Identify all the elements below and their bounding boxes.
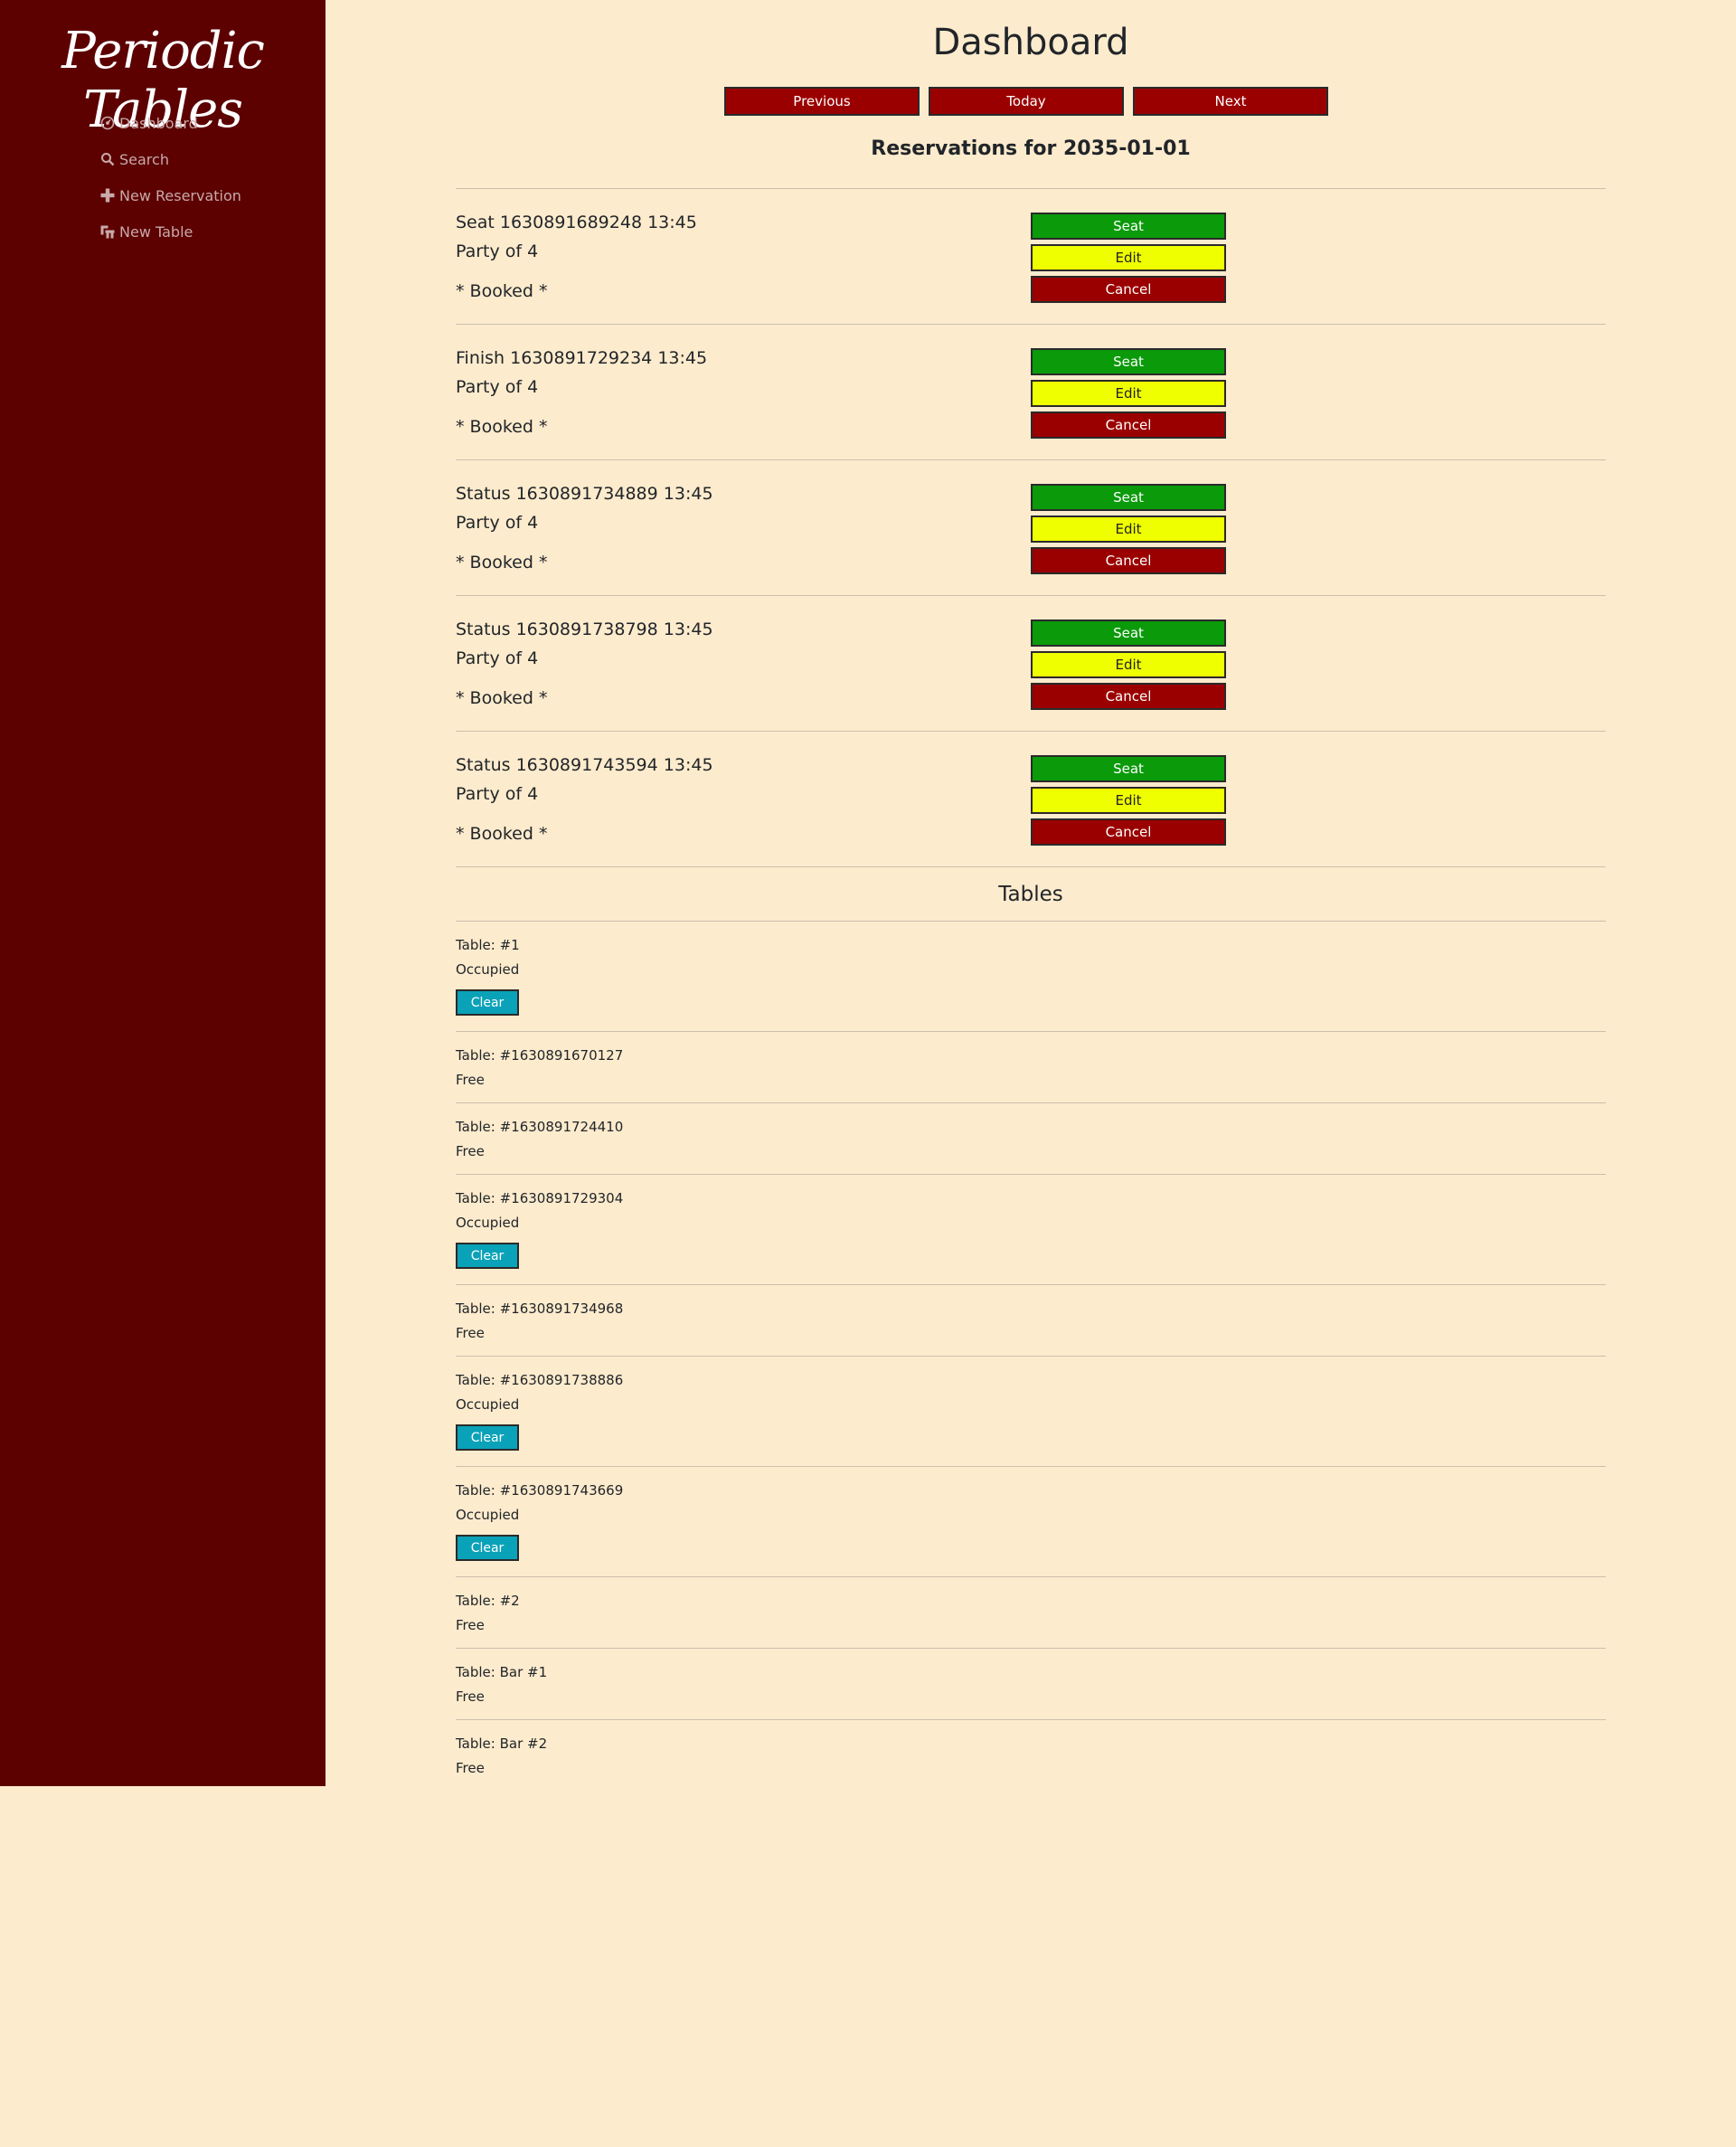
table-name: Table: Bar #2 bbox=[456, 1736, 548, 1752]
sidebar-item-label: Search bbox=[119, 150, 169, 168]
table-row: Table: #1630891724410 Free bbox=[456, 1102, 1606, 1174]
reservation-name-time: Finish 1630891729234 13:45 bbox=[456, 348, 708, 368]
table-status: Free bbox=[456, 1143, 485, 1159]
tables-heading: Tables bbox=[456, 866, 1606, 921]
sidebar-nav: Dashboard Search New Reservation New Tab… bbox=[99, 105, 241, 250]
next-button[interactable]: Next bbox=[1133, 87, 1328, 116]
reservation-name-time: Status 1630891734889 13:45 bbox=[456, 484, 713, 504]
reservation-actions: Seat Edit Cancel bbox=[1031, 755, 1226, 846]
reservation-status: * Booked * bbox=[456, 281, 548, 301]
reservations-heading: Reservations for 2035-01-01 bbox=[871, 137, 1191, 160]
today-button[interactable]: Today bbox=[929, 87, 1124, 116]
date-navigation: Previous Today Next bbox=[724, 87, 1328, 116]
sidebar-item-new-reservation[interactable]: New Reservation bbox=[99, 177, 241, 213]
table-row: Table: #1630891729304 Occupied Clear bbox=[456, 1174, 1606, 1284]
cancel-button[interactable]: Cancel bbox=[1031, 683, 1226, 710]
table-status: Free bbox=[456, 1072, 485, 1088]
table-name: Table: #2 bbox=[456, 1593, 520, 1609]
table-row: Table: #1 Occupied Clear bbox=[456, 921, 1606, 1031]
reservation-party-size: Party of 4 bbox=[456, 241, 539, 261]
table-name: Table: #1630891743669 bbox=[456, 1482, 624, 1499]
seat-button[interactable]: Seat bbox=[1031, 484, 1226, 511]
reservation-name-time: Seat 1630891689248 13:45 bbox=[456, 213, 697, 232]
reservation-status: * Booked * bbox=[456, 417, 548, 437]
seat-button[interactable]: Seat bbox=[1031, 755, 1226, 782]
seat-button[interactable]: Seat bbox=[1031, 213, 1226, 240]
seat-button[interactable]: Seat bbox=[1031, 348, 1226, 375]
clear-button[interactable]: Clear bbox=[456, 1535, 519, 1561]
table-row: Table: #2 Free bbox=[456, 1576, 1606, 1648]
search-icon bbox=[99, 151, 116, 167]
reservation-name-time: Status 1630891743594 13:45 bbox=[456, 755, 713, 775]
table-name: Table: #1630891738886 bbox=[456, 1372, 624, 1388]
reservation-actions: Seat Edit Cancel bbox=[1031, 620, 1226, 710]
cancel-button[interactable]: Cancel bbox=[1031, 547, 1226, 574]
reservation-name-time: Status 1630891738798 13:45 bbox=[456, 620, 713, 639]
reservation-card: Status 1630891734889 13:45 Party of 4 * … bbox=[456, 459, 1606, 595]
table-name: Table: #1630891729304 bbox=[456, 1190, 624, 1206]
table-status: Free bbox=[456, 1688, 485, 1705]
table-status: Free bbox=[456, 1760, 485, 1776]
reservation-actions: Seat Edit Cancel bbox=[1031, 484, 1226, 574]
reservation-status: * Booked * bbox=[456, 824, 548, 844]
sidebar-item-dashboard[interactable]: Dashboard bbox=[99, 105, 241, 141]
cancel-button[interactable]: Cancel bbox=[1031, 818, 1226, 846]
sidebar-item-new-table[interactable]: New Table bbox=[99, 213, 241, 250]
dashboard-icon bbox=[99, 115, 116, 131]
table-row: Table: #1630891734968 Free bbox=[456, 1284, 1606, 1356]
table-icon bbox=[99, 223, 116, 240]
clear-button[interactable]: Clear bbox=[456, 989, 519, 1016]
table-row: Table: #1630891670127 Free bbox=[456, 1031, 1606, 1102]
cancel-button[interactable]: Cancel bbox=[1031, 276, 1226, 303]
sidebar-item-label: New Table bbox=[119, 222, 193, 241]
sidebar-item-label: New Reservation bbox=[119, 186, 241, 204]
reservation-party-size: Party of 4 bbox=[456, 648, 539, 668]
table-name: Table: #1 bbox=[456, 937, 520, 953]
edit-button[interactable]: Edit bbox=[1031, 787, 1226, 814]
sidebar-item-label: Dashboard bbox=[119, 114, 198, 132]
clear-button[interactable]: Clear bbox=[456, 1243, 519, 1269]
table-status: Occupied bbox=[456, 1215, 520, 1231]
table-row: Table: Bar #2 Free bbox=[456, 1719, 1606, 1791]
sidebar-item-search[interactable]: Search bbox=[99, 141, 241, 177]
reservation-actions: Seat Edit Cancel bbox=[1031, 348, 1226, 439]
edit-button[interactable]: Edit bbox=[1031, 515, 1226, 543]
table-row: Table: Bar #1 Free bbox=[456, 1648, 1606, 1719]
clear-button[interactable]: Clear bbox=[456, 1424, 519, 1451]
table-status: Occupied bbox=[456, 1507, 520, 1523]
table-name: Table: #1630891734968 bbox=[456, 1300, 624, 1317]
table-status: Occupied bbox=[456, 1396, 520, 1413]
reservation-party-size: Party of 4 bbox=[456, 784, 539, 804]
reservation-party-size: Party of 4 bbox=[456, 513, 539, 533]
edit-button[interactable]: Edit bbox=[1031, 380, 1226, 407]
table-row: Table: #1630891743669 Occupied Clear bbox=[456, 1466, 1606, 1576]
plus-icon bbox=[99, 187, 116, 203]
dashboard-lists: Seat 1630891689248 13:45 Party of 4 * Bo… bbox=[456, 188, 1606, 1791]
reservation-card: Status 1630891738798 13:45 Party of 4 * … bbox=[456, 595, 1606, 731]
seat-button[interactable]: Seat bbox=[1031, 620, 1226, 647]
table-status: Free bbox=[456, 1617, 485, 1633]
reservation-card: Seat 1630891689248 13:45 Party of 4 * Bo… bbox=[456, 188, 1606, 324]
edit-button[interactable]: Edit bbox=[1031, 244, 1226, 271]
table-name: Table: #1630891670127 bbox=[456, 1047, 624, 1064]
reservation-actions: Seat Edit Cancel bbox=[1031, 213, 1226, 303]
sidebar: Periodic Tables Dashboard Search New Res… bbox=[0, 0, 326, 1786]
reservation-card: Finish 1630891729234 13:45 Party of 4 * … bbox=[456, 324, 1606, 459]
table-name: Table: #1630891724410 bbox=[456, 1119, 624, 1135]
table-row: Table: #1630891738886 Occupied Clear bbox=[456, 1356, 1606, 1466]
reservation-status: * Booked * bbox=[456, 553, 548, 572]
table-status: Occupied bbox=[456, 961, 520, 978]
reservation-status: * Booked * bbox=[456, 688, 548, 708]
edit-button[interactable]: Edit bbox=[1031, 651, 1226, 678]
reservation-card: Status 1630891743594 13:45 Party of 4 * … bbox=[456, 731, 1606, 866]
previous-button[interactable]: Previous bbox=[724, 87, 920, 116]
table-name: Table: Bar #1 bbox=[456, 1664, 548, 1680]
cancel-button[interactable]: Cancel bbox=[1031, 411, 1226, 439]
page-title: Dashboard bbox=[932, 22, 1129, 63]
table-status: Free bbox=[456, 1325, 485, 1341]
reservation-party-size: Party of 4 bbox=[456, 377, 539, 397]
